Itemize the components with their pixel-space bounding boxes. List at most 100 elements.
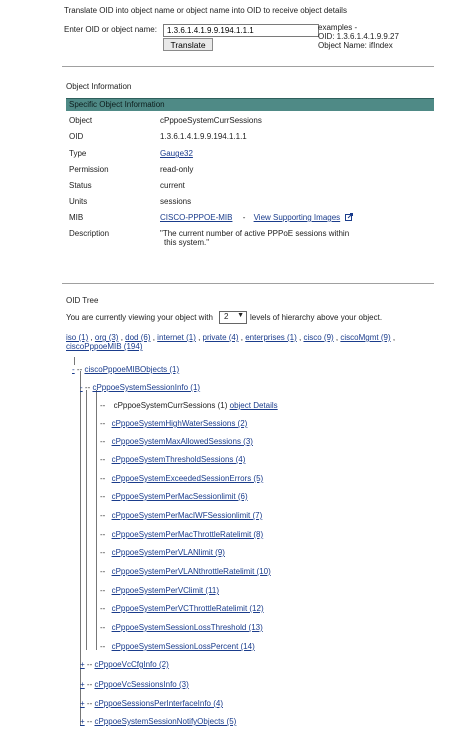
tree-node-session-info: - -- cPppoeSystemSessionInfo (1) [80,383,200,392]
tree-node-sibling: + -- cPppoeVcCfgInfo (2) [80,660,169,669]
breadcrumb-iso[interactable]: iso (1) [66,333,88,342]
levels-value: 2 [224,312,229,321]
tree-node-sibling: + -- cPppoeSessionsPerInterfaceInfo (4) [80,699,223,708]
tree-connector: -- [100,492,106,501]
row-value: "The current number of active PPPoE sess… [160,229,350,238]
leaf-link[interactable]: cPppoeSystemPerMacSessionlimit (6) [112,492,248,501]
sibling-link[interactable]: cPppoeSessionsPerInterfaceInfo (4) [94,699,223,708]
external-link-icon [345,213,354,223]
collapse-toggle[interactable]: - [72,365,75,374]
breadcrumb-dod[interactable]: dod (6) [125,333,150,342]
tree-leaf: -- cPppoeSystemHighWaterSessions (2) [100,419,247,428]
tree-leaf: -- cPppoeSystemPerMacSessionlimit (6) [100,492,248,501]
object-info-title: Object Information [66,82,132,91]
leaf-link[interactable]: cPppoeSystemThresholdSessions (4) [112,455,246,464]
viewing-suffix: levels of hierarchy above your object. [250,313,383,322]
tree-leaf: -- cPppoeSystemSessionLossPercent (14) [100,642,255,651]
row-value: current [160,181,185,190]
leaf-link[interactable]: cPppoeSystemPerVLANthrottleRatelimit (10… [112,567,271,576]
tree-connector: -- [100,419,106,428]
tree-line [96,390,97,650]
leaf-link[interactable]: cPppoeSystemSessionLossPercent (14) [112,642,255,651]
tree-line [74,357,75,365]
specific-object-info-header: Specific Object Information [66,98,434,111]
breadcrumb: iso (1) , org (3) , dod (6) , internet (… [66,333,396,351]
tree-connector: -- [86,717,93,726]
viewing-prefix: You are currently viewing your object wi… [66,313,213,322]
breadcrumb-cisco[interactable]: cisco (9) [303,333,333,342]
breadcrumb-private[interactable]: private (4) [203,333,239,342]
row-key: Permission [69,165,109,174]
breadcrumb-ciscomgmt[interactable]: ciscoMgmt (9) [340,333,390,342]
tree-leaf: -- cPppoeSystemPerMacIWFSessionlimit (7) [100,511,262,520]
dropdown-arrow-icon: ▼ [237,312,244,319]
expand-toggle[interactable]: + [80,660,85,669]
ciscopppoemibobjects-link[interactable]: ciscoPppoeMIBObjects (1) [84,365,179,374]
oid-input-label: Enter OID or object name: [64,25,157,34]
tree-leaf: -- cPppoeSystemMaxAllowedSessions (3) [100,437,253,446]
tree-connector: -- [100,474,106,483]
breadcrumb-internet[interactable]: internet (1) [157,333,196,342]
leaf-link[interactable]: cPppoeSystemPerVClimit (11) [112,586,219,595]
tree-connector: -- [100,623,106,632]
expand-toggle[interactable]: + [80,717,85,726]
row-key: Description [69,229,110,238]
tree-connector: -- [100,530,106,539]
tree-node-sibling: + -- cPppoeSystemSessionNotifyObjects (5… [80,717,236,726]
hierarchy-levels-select[interactable]: 2 ▼ [219,311,247,324]
tree-connector: -- [100,567,106,576]
leaf-link[interactable]: cPppoeSystemSessionLossThreshold (13) [112,623,263,632]
collapse-toggle[interactable]: - [80,383,83,392]
leaf-link[interactable]: cPppoeSystemMaxAllowedSessions (3) [112,437,253,446]
object-details-link[interactable]: object Details [230,401,278,410]
tree-line [86,390,87,650]
mib-link[interactable]: CISCO-PPPOE-MIB [160,213,232,222]
tree-connector: -- [100,548,106,557]
row-key: Status [69,181,92,190]
row-key: Units [69,197,88,206]
expand-toggle[interactable]: + [80,699,85,708]
row-value: read-only [160,165,194,174]
leaf-link[interactable]: cPppoeSystemPerMacThrottleRatelimit (8) [112,530,264,539]
leaf-link[interactable]: cPppoeSystemExceededSessionErrors (5) [112,474,264,483]
tree-leaf: -- cPppoeSystemSessionLossThreshold (13) [100,623,263,632]
tree-node-sibling: + -- cPppoeVcSessionsInfo (3) [80,680,189,689]
mib-separator: - [242,213,246,222]
tree-leaf: -- cPppoeSystemExceededSessionErrors (5) [100,474,263,483]
specific-object-info-title: Specific Object Information [69,100,165,109]
type-link[interactable]: Gauge32 [160,149,193,158]
tree-leaf: -- cPppoeSystemPerVCThrottleRatelimit (1… [100,604,264,613]
current-object-label: cPppoeSystemCurrSessions (1) [113,401,228,410]
view-supporting-images-link[interactable]: View Supporting Images [254,213,341,222]
breadcrumb-org[interactable]: org (3) [95,333,119,342]
row-value: 1.3.6.1.4.1.9.9.194.1.1.1 [160,132,247,141]
sibling-link[interactable]: cPppoeSystemSessionNotifyObjects (5) [94,717,236,726]
breadcrumb-ciscopppoemib[interactable]: ciscoPppoeMIB (194) [66,342,142,351]
divider [62,66,434,67]
tree-connector: -- [100,437,106,446]
translate-button[interactable]: Translate [163,38,213,51]
tree-connector: -- [86,660,93,669]
leaf-link[interactable]: cPppoeSystemPerVCThrottleRatelimit (12) [112,604,264,613]
tree-leaf: -- cPppoeSystemThresholdSessions (4) [100,455,245,464]
tree-line [80,371,81,725]
row-key: Object [69,116,93,125]
tree-leaf: -- cPppoeSystemPerVLANthrottleRatelimit … [100,567,271,576]
tree-connector: -- [76,365,83,374]
row-key: MIB [69,213,84,222]
tree-connector: -- [100,455,106,464]
leaf-link[interactable]: cPppoeSystemPerMacIWFSessionlimit (7) [112,511,263,520]
sibling-link[interactable]: cPppoeVcSessionsInfo (3) [94,680,188,689]
expand-toggle[interactable]: + [80,680,85,689]
leaf-link[interactable]: cPppoeSystemPerVLANlimit (9) [112,548,225,557]
sibling-link[interactable]: cPppoeVcCfgInfo (2) [94,660,168,669]
oid-tree-title: OID Tree [66,296,99,305]
tree-leaf: -- cPppoeSystemPerVClimit (11) [100,586,219,595]
oid-input[interactable] [163,24,319,37]
leaf-link[interactable]: cPppoeSystemHighWaterSessions (2) [112,419,248,428]
sessioninfo-link[interactable]: cPppoeSystemSessionInfo (1) [92,383,200,392]
row-key: Type [69,149,87,158]
breadcrumb-enterprises[interactable]: enterprises (1) [245,333,297,342]
example-object-name: Object Name: ifIndex [318,41,393,50]
tree-connector: -- [100,604,106,613]
